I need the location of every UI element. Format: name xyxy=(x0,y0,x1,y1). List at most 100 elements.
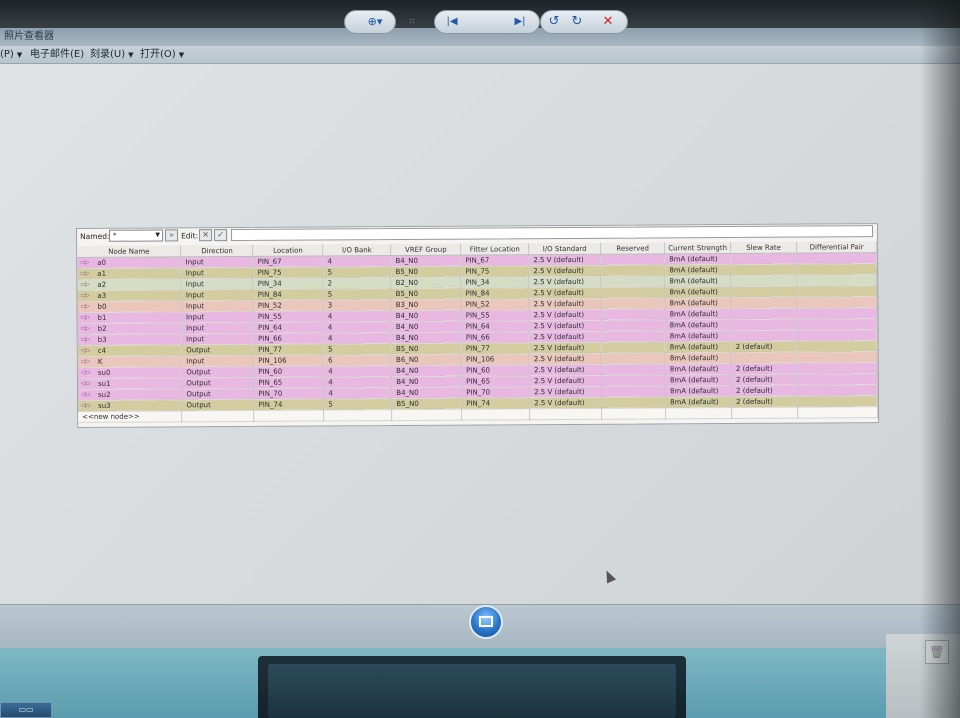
next-icon[interactable]: ▶| xyxy=(510,12,530,32)
standard-cell[interactable]: 2.5 V (default) xyxy=(529,353,602,365)
reserved-cell[interactable] xyxy=(601,308,666,321)
diff-cell[interactable] xyxy=(796,307,878,320)
diff-cell[interactable] xyxy=(797,329,878,342)
bank-cell[interactable]: 4 xyxy=(323,365,392,377)
direction-cell[interactable]: Input xyxy=(181,311,254,323)
column-header[interactable]: Slew Rate xyxy=(730,241,797,254)
vref-cell[interactable]: B4_N0 xyxy=(391,321,462,333)
fitter-cell[interactable]: PIN_75 xyxy=(460,265,529,278)
vref-cell[interactable]: B5_N0 xyxy=(390,266,461,278)
accept-edit-icon[interactable]: ✓ xyxy=(214,229,228,242)
fitter-cell[interactable]: PIN_106 xyxy=(461,353,530,366)
location-cell[interactable]: PIN_67 xyxy=(253,255,324,268)
node-name-cell[interactable]: ◁▭ c4 xyxy=(77,344,182,357)
reserved-cell[interactable] xyxy=(600,275,665,288)
strength-cell[interactable]: 8mA (default) xyxy=(664,264,731,276)
strength-cell[interactable]: 8mA (default) xyxy=(665,396,732,408)
reserved-cell[interactable] xyxy=(601,319,666,332)
vref-cell[interactable]: B4_N0 xyxy=(391,310,462,322)
diff-cell[interactable] xyxy=(797,318,878,331)
rotate-left-icon[interactable]: ↺ xyxy=(544,12,564,32)
menu-item-burn[interactable]: 刻录(U) ▼ xyxy=(90,46,134,64)
fitter-cell[interactable]: PIN_77 xyxy=(461,342,530,355)
node-name-cell[interactable]: ▭▷ a3 xyxy=(77,289,182,302)
location-cell[interactable]: PIN_84 xyxy=(253,288,324,301)
direction-cell[interactable]: Output xyxy=(181,344,254,356)
slew-cell[interactable] xyxy=(730,286,797,298)
column-header[interactable]: I/O Bank xyxy=(322,244,391,256)
diff-cell[interactable] xyxy=(796,296,878,309)
fit-window-icon[interactable]: ⌗ xyxy=(402,12,422,32)
diff-cell[interactable] xyxy=(797,384,878,397)
reserved-cell[interactable] xyxy=(601,341,666,354)
standard-cell[interactable]: 2.5 V (default) xyxy=(528,287,602,299)
vref-cell[interactable]: B5_N0 xyxy=(391,398,462,410)
slew-cell[interactable]: 2 (default) xyxy=(731,341,798,353)
strength-cell[interactable]: 8mA (default) xyxy=(664,297,732,309)
vref-cell[interactable]: B6_N0 xyxy=(391,354,462,366)
reserved-cell[interactable] xyxy=(600,253,665,266)
location-cell[interactable]: PIN_65 xyxy=(253,376,324,389)
column-header[interactable]: I/O Standard xyxy=(528,242,601,255)
direction-cell[interactable]: Input xyxy=(181,333,254,345)
standard-cell[interactable]: 2.5 V (default) xyxy=(529,320,602,332)
vref-cell[interactable]: B2_N0 xyxy=(391,277,462,289)
node-name-cell[interactable]: ◁▭ su3 xyxy=(78,399,183,412)
strength-cell[interactable]: 8mA (default) xyxy=(665,341,732,353)
delete-icon[interactable]: ✕ xyxy=(598,12,618,32)
location-cell[interactable]: PIN_60 xyxy=(253,365,324,378)
slew-cell[interactable] xyxy=(731,330,798,342)
zoom-icon[interactable]: ⊕▾ xyxy=(362,12,388,32)
location-cell[interactable]: PIN_66 xyxy=(253,332,324,345)
fitter-cell[interactable]: PIN_64 xyxy=(461,320,530,333)
standard-cell[interactable]: 2.5 V (default) xyxy=(529,298,602,310)
bank-cell[interactable]: 6 xyxy=(323,354,392,366)
standard-cell[interactable]: 2.5 V (default) xyxy=(529,331,602,343)
standard-cell[interactable]: 2.5 V (default) xyxy=(529,386,602,398)
vref-cell[interactable]: B4_N0 xyxy=(390,255,461,267)
column-header[interactable]: Fitter Location xyxy=(460,243,529,256)
diff-cell[interactable] xyxy=(797,351,878,364)
node-name-cell[interactable]: ◁▭ su2 xyxy=(77,388,182,401)
column-header[interactable]: Reserved xyxy=(600,242,665,255)
strength-cell[interactable]: 8mA (default) xyxy=(665,352,732,364)
node-name-cell[interactable]: ▭▷ K xyxy=(77,355,182,368)
slew-cell[interactable]: 2 (default) xyxy=(731,385,798,397)
reserved-cell[interactable] xyxy=(601,396,666,409)
location-cell[interactable]: PIN_55 xyxy=(253,310,324,323)
vref-cell[interactable]: B5_N0 xyxy=(391,288,462,300)
strength-cell[interactable]: 8mA (default) xyxy=(665,374,732,386)
node-name-cell[interactable]: ▭▷ a2 xyxy=(77,278,182,291)
node-name-cell[interactable]: ▭▷ a1 xyxy=(77,267,182,280)
fitter-cell[interactable]: PIN_84 xyxy=(461,287,530,300)
vref-cell[interactable]: B4_N0 xyxy=(391,365,462,377)
direction-cell[interactable]: Input xyxy=(181,355,254,367)
direction-cell[interactable]: Output xyxy=(181,366,254,378)
diff-cell[interactable] xyxy=(796,263,877,276)
fitter-cell[interactable]: PIN_70 xyxy=(461,386,530,399)
location-cell[interactable]: PIN_34 xyxy=(253,277,324,290)
slew-cell[interactable] xyxy=(730,275,797,287)
strength-cell[interactable]: 8mA (default) xyxy=(665,385,732,397)
strength-cell[interactable]: 8mA (default) xyxy=(665,330,732,342)
location-cell[interactable]: PIN_52 xyxy=(253,299,324,312)
standard-cell[interactable]: 2.5 V (default) xyxy=(529,342,602,354)
node-name-cell[interactable]: ▭▷ b3 xyxy=(77,333,182,346)
standard-cell[interactable]: 2.5 V (default) xyxy=(529,364,602,376)
bank-cell[interactable]: 5 xyxy=(323,266,392,278)
column-header[interactable]: Current Strength xyxy=(664,242,731,254)
strength-cell[interactable]: 8mA (default) xyxy=(664,286,731,298)
location-cell[interactable]: PIN_106 xyxy=(253,354,324,367)
standard-cell[interactable]: 2.5 V (default) xyxy=(528,276,601,288)
column-header[interactable]: Direction xyxy=(181,244,254,257)
fitter-cell[interactable]: PIN_52 xyxy=(461,298,530,311)
menu-item-print[interactable]: (P) ▼ xyxy=(0,46,22,64)
slew-cell[interactable] xyxy=(730,253,797,265)
reserved-cell[interactable] xyxy=(600,286,665,299)
node-name-cell[interactable]: ▭▷ b2 xyxy=(77,322,182,335)
fitter-cell[interactable]: PIN_74 xyxy=(461,397,530,410)
diff-cell[interactable] xyxy=(796,274,877,287)
reserved-cell[interactable] xyxy=(601,374,666,387)
fitter-cell[interactable]: PIN_65 xyxy=(461,375,530,388)
direction-cell[interactable]: Output xyxy=(181,399,254,411)
